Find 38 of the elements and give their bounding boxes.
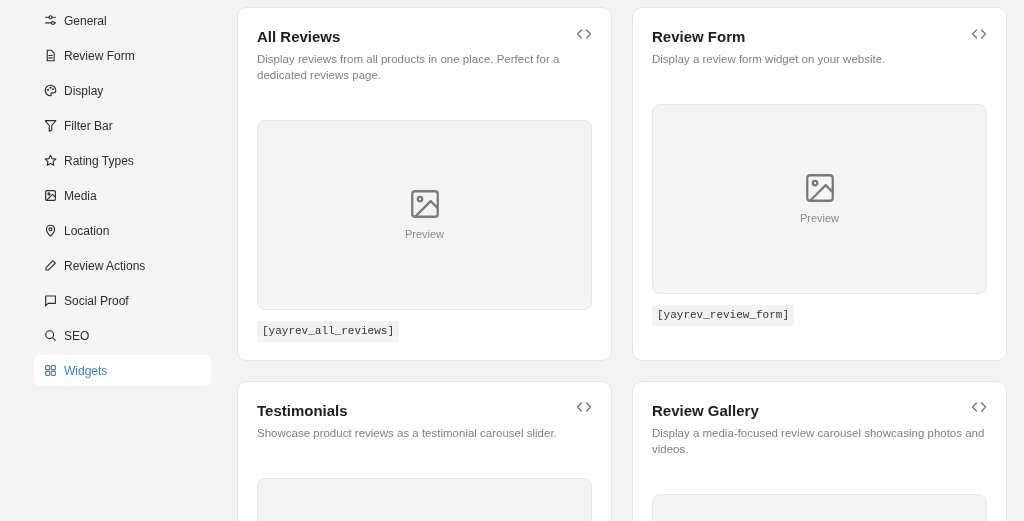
sidebar-item[interactable]: General: [34, 5, 211, 36]
code-icon: [576, 401, 592, 414]
sidebar-item[interactable]: Filter Bar: [34, 110, 211, 141]
sidebar-item[interactable]: Social Proof: [34, 285, 211, 316]
shortcode: [yayrev_all_reviews]: [257, 321, 400, 342]
preview-label: Preview: [404, 227, 445, 243]
sidebar-item[interactable]: Review Form: [34, 40, 211, 71]
card-title: Review Gallery: [652, 401, 759, 420]
sidebar-item[interactable]: Review Actions: [34, 250, 211, 281]
sidebar-item[interactable]: SEO: [34, 320, 211, 351]
document-icon: [44, 49, 57, 62]
filter-icon: [44, 119, 57, 132]
grid-icon: [44, 364, 57, 377]
card-description: Display a review form widget on your website.: [652, 52, 887, 67]
card-title: Testimonials: [257, 401, 348, 420]
code-icon: [971, 27, 987, 40]
card-description: Showcase product reviews as a testimonial carousel slider.: [257, 425, 558, 441]
location-pin-icon: [44, 224, 57, 237]
preview-label: Preview: [799, 211, 840, 227]
sidebar-item[interactable]: Rating Types: [34, 145, 211, 176]
speech-bubble-icon: [44, 294, 57, 307]
sidebar-item[interactable]: Widgets: [34, 355, 211, 386]
code-icon: [576, 27, 592, 40]
pencil-icon: [44, 259, 57, 272]
palette-icon: [44, 84, 57, 97]
image-icon: [44, 189, 57, 202]
sidebar-item[interactable]: Display: [34, 75, 211, 106]
sliders-icon: [44, 14, 57, 27]
card-description: Display reviews from all products in one place. Perfect for a dedicated reviews page.: [257, 52, 561, 83]
code-icon: [971, 401, 987, 414]
card-title: All Reviews: [257, 28, 341, 46]
card-description: Display a media-focused review carousel showcasing photos and videos.: [652, 425, 986, 457]
sidebar-item[interactable]: Location: [34, 215, 211, 246]
card-title: Review Form: [652, 28, 746, 46]
star-icon: [44, 154, 57, 167]
search-icon: [44, 329, 57, 342]
shortcode: [yayrev_review_form]: [652, 305, 795, 326]
sidebar-item[interactable]: Media: [34, 180, 211, 211]
